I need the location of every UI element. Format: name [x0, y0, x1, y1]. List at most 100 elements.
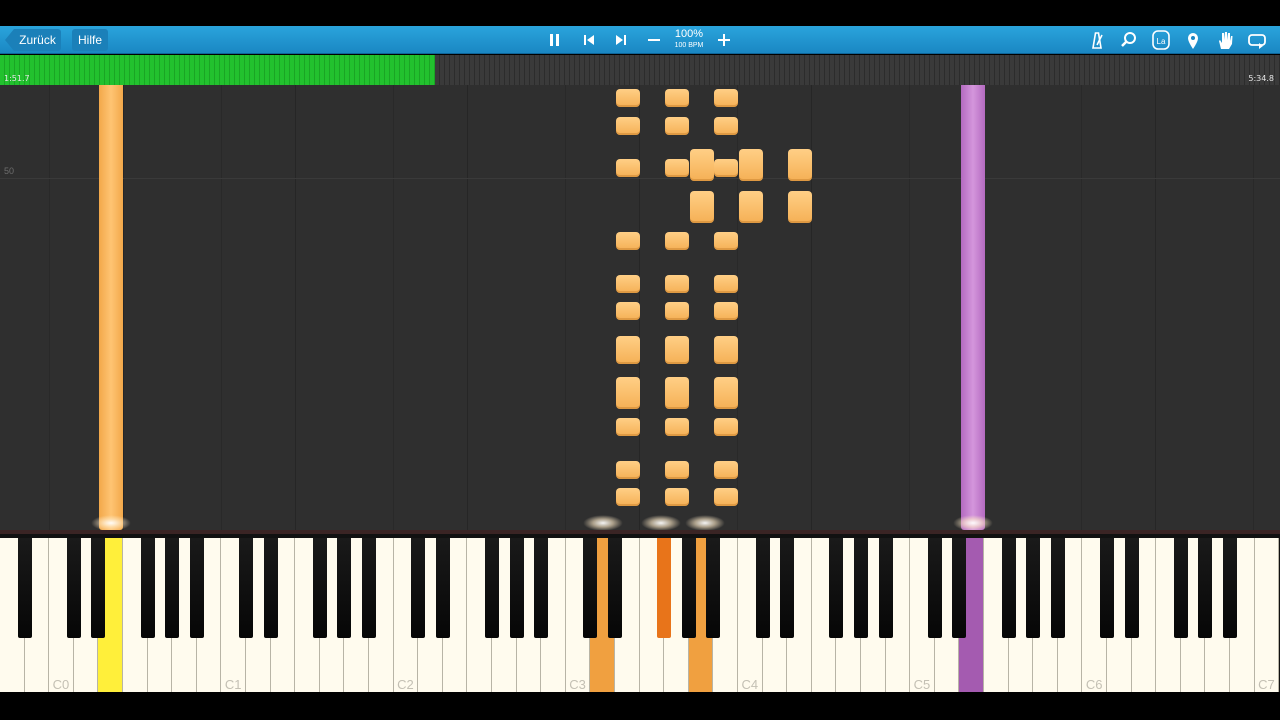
- black-key[interactable]: [755, 538, 770, 638]
- black-key[interactable]: [780, 538, 795, 638]
- note-block: [714, 159, 738, 177]
- note-block: [714, 302, 738, 320]
- grid-line: [393, 85, 394, 530]
- grid-line: [467, 85, 468, 530]
- black-key[interactable]: [485, 538, 499, 638]
- black-key[interactable]: [239, 538, 253, 638]
- falling-notes-area: 50: [0, 85, 1280, 530]
- note-block: [616, 159, 640, 177]
- black-key[interactable]: [411, 538, 426, 638]
- black-key[interactable]: [706, 538, 721, 638]
- song-progress-bar[interactable]: 1:51.7 5:34.8: [0, 55, 1280, 85]
- note-block: [616, 336, 640, 364]
- black-key[interactable]: [1124, 538, 1139, 638]
- black-key[interactable]: [608, 538, 622, 638]
- black-key[interactable]: [509, 538, 524, 638]
- loop-icon[interactable]: [1245, 29, 1269, 51]
- black-key[interactable]: [140, 538, 155, 638]
- black-key[interactable]: [66, 538, 81, 638]
- black-key[interactable]: [681, 538, 696, 638]
- measure-line: [0, 178, 1280, 179]
- black-key[interactable]: [1198, 538, 1213, 638]
- note-block: [739, 149, 763, 181]
- note-block: [714, 232, 738, 250]
- key-hit-glow: [583, 515, 623, 530]
- black-key[interactable]: [1001, 538, 1016, 638]
- black-key[interactable]: [534, 538, 549, 638]
- la-icon[interactable]: La: [1149, 29, 1173, 51]
- top-toolbar: Zurück Hilfe 100% 100 BPM La: [0, 26, 1280, 54]
- minus-icon[interactable]: [642, 29, 666, 51]
- tempo-label: 100 BPM: [674, 42, 704, 49]
- note-block: [714, 377, 738, 409]
- black-key[interactable]: [952, 538, 967, 638]
- note-block: [616, 232, 640, 250]
- note-block: [665, 488, 689, 506]
- grid-line: [123, 85, 124, 530]
- black-key[interactable]: [17, 538, 32, 638]
- black-key[interactable]: [657, 538, 672, 638]
- note-block: [714, 89, 738, 107]
- black-key[interactable]: [362, 538, 376, 638]
- back-button[interactable]: Zurück: [5, 29, 61, 51]
- held-note-left: [99, 85, 123, 530]
- black-key[interactable]: [1223, 538, 1237, 638]
- skip-forward-icon[interactable]: [609, 29, 633, 51]
- pause-icon[interactable]: [543, 29, 567, 51]
- black-key[interactable]: [337, 538, 352, 638]
- note-block: [788, 149, 812, 181]
- note-block: [616, 117, 640, 135]
- black-key[interactable]: [927, 538, 942, 638]
- plus-icon[interactable]: [712, 29, 736, 51]
- note-block: [714, 418, 738, 436]
- grid-line: [565, 85, 566, 530]
- note-block: [616, 89, 640, 107]
- metronome-icon[interactable]: [1085, 29, 1109, 51]
- skip-back-icon[interactable]: [577, 29, 601, 51]
- black-key[interactable]: [1173, 538, 1188, 638]
- note-block: [714, 275, 738, 293]
- black-key[interactable]: [854, 538, 868, 638]
- black-key[interactable]: [91, 538, 106, 638]
- key-hit-glow: [91, 515, 131, 530]
- current-time: 1:51.7: [4, 74, 30, 83]
- note-block: [714, 488, 738, 506]
- octave-label: C3: [569, 677, 586, 692]
- measure-number: 50: [4, 166, 15, 176]
- note-block: [665, 232, 689, 250]
- grid-line: [1253, 85, 1254, 530]
- note-block: [788, 191, 812, 223]
- note-block: [665, 418, 689, 436]
- black-key[interactable]: [583, 538, 598, 638]
- black-key[interactable]: [435, 538, 450, 638]
- zoom-percent: 100%: [674, 28, 704, 40]
- search-icon[interactable]: [1117, 29, 1141, 51]
- marker-icon[interactable]: [1181, 29, 1205, 51]
- octave-label: C1: [224, 677, 242, 692]
- black-key[interactable]: [1100, 538, 1114, 638]
- note-block: [665, 159, 689, 177]
- note-block: [665, 302, 689, 320]
- hand-icon[interactable]: [1213, 29, 1237, 51]
- grid-line: [1155, 85, 1156, 530]
- note-block: [616, 488, 640, 506]
- white-key[interactable]: C7: [1254, 538, 1280, 696]
- black-key[interactable]: [189, 538, 204, 638]
- black-key[interactable]: [1050, 538, 1065, 638]
- progress-fill: [0, 55, 436, 85]
- note-block: [665, 89, 689, 107]
- black-key[interactable]: [263, 538, 278, 638]
- key-hit-glow: [641, 515, 681, 530]
- octave-label: C5: [913, 677, 931, 692]
- black-key[interactable]: [829, 538, 844, 638]
- black-key[interactable]: [165, 538, 180, 638]
- octave-label: C6: [1085, 677, 1103, 692]
- note-block: [665, 336, 689, 364]
- help-button[interactable]: Hilfe: [72, 29, 108, 51]
- black-key[interactable]: [312, 538, 327, 638]
- held-note-purple: [961, 85, 985, 530]
- grid-line: [221, 85, 222, 530]
- black-key[interactable]: [878, 538, 893, 638]
- black-key[interactable]: [1026, 538, 1041, 638]
- grid-line: [49, 85, 50, 530]
